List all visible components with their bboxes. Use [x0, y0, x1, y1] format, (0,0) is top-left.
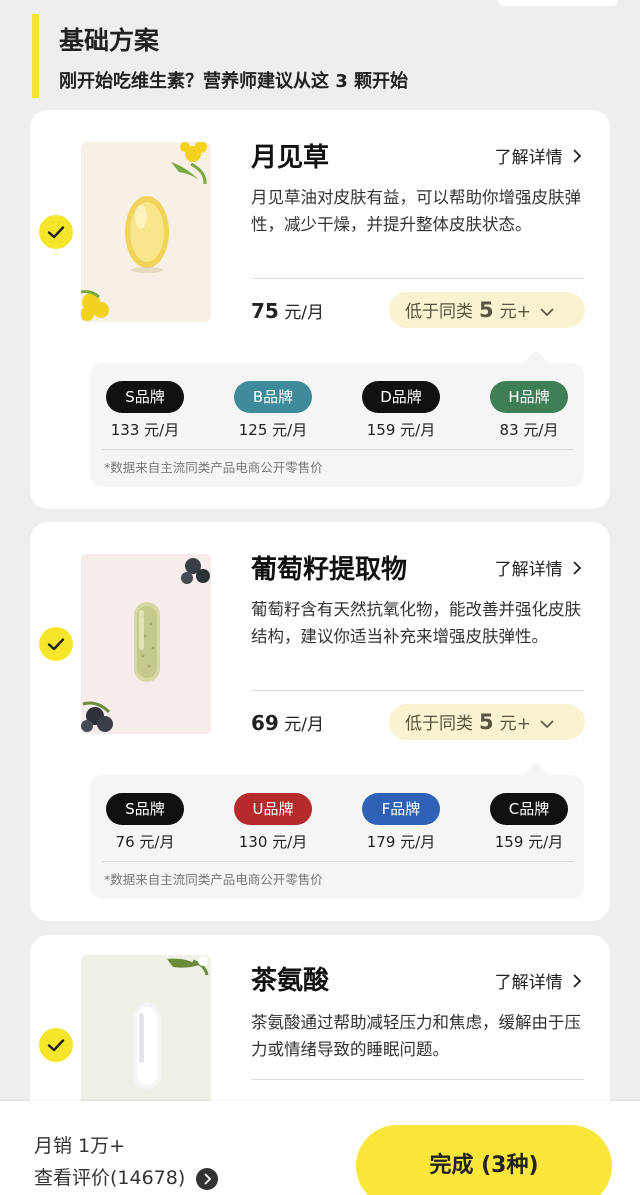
chevron-right-icon: [573, 974, 582, 988]
grape-cluster-top: [181, 558, 210, 584]
brand-item: F品牌 179 元/月: [346, 793, 456, 853]
bottom-action-bar: 月销 1万+ 查看评价(14678) 完成 (3种): [0, 1101, 640, 1195]
price: 75 元/月: [251, 299, 324, 323]
brand-price: 159 元/月: [366, 421, 436, 439]
brand-price: 130 元/月: [238, 833, 308, 851]
view-reviews-link[interactable]: 查看评价(14678): [34, 1164, 185, 1192]
chevron-right-icon: [573, 561, 582, 575]
price-comparison-toggle[interactable]: 低于同类 5 元+: [389, 704, 585, 740]
price: 69 元/月: [251, 711, 324, 735]
section-header: 基础方案 刚开始吃维生素？营养师建议从这 3 颗开始: [32, 14, 612, 98]
divider: [251, 278, 584, 279]
brand-price: 76 元/月: [115, 833, 175, 851]
brand-price: 125 元/月: [238, 421, 308, 439]
selected-check-icon[interactable]: [39, 627, 73, 661]
section-title: 基础方案: [59, 26, 160, 55]
section-subtitle: 刚开始吃维生素？营养师建议从这 3 颗开始: [59, 71, 409, 92]
chevron-right-icon: [573, 149, 582, 163]
brand-item: S品牌 133 元/月: [90, 381, 200, 441]
brand-price: 159 元/月: [494, 833, 564, 851]
brand-price: 179 元/月: [366, 833, 436, 851]
selected-check-icon[interactable]: [39, 1028, 73, 1062]
product-card-grape-seed[interactable]: 葡萄籽提取物 了解详情 葡萄籽含有天然抗氧化物，能改善并强化皮肤结构，建议你适当…: [30, 522, 610, 921]
brand-comparison-panel: S品牌 76 元/月 U品牌 130 元/月 F品牌 179 元/月 C品牌 1…: [90, 775, 584, 899]
brand-badge: B品牌: [234, 381, 312, 413]
brand-item: H品牌 83 元/月: [474, 381, 584, 441]
chevron-down-icon: [540, 720, 554, 729]
product-card-evening-primrose[interactable]: 月见草 了解详情 月见草油对皮肤有益，可以帮助你增强皮肤弹性，减少干燥，并提升整…: [30, 110, 610, 509]
product-name: 葡萄籽提取物: [251, 555, 408, 585]
product-name: 月见草: [251, 143, 330, 173]
brand-badge: S品牌: [106, 381, 184, 413]
product-description: 葡萄籽含有天然抗氧化物，能改善并强化皮肤结构，建议你适当补充来增强皮肤弹性。: [251, 600, 581, 646]
primrose-flower-top: [180, 142, 207, 162]
product-image-evening-primrose[interactable]: [81, 142, 211, 322]
chevron-down-icon: [540, 308, 554, 317]
brand-badge: F品牌: [362, 793, 440, 825]
product-name: 茶氨酸: [251, 966, 330, 996]
details-link[interactable]: 了解详情: [495, 971, 582, 995]
done-button[interactable]: 完成 (3种): [356, 1125, 612, 1195]
brand-item: D品牌 159 元/月: [346, 381, 456, 441]
divider: [251, 690, 584, 691]
top-edge-element: [498, 0, 618, 6]
divider: [251, 1079, 584, 1080]
brand-item: C品牌 159 元/月: [474, 793, 584, 853]
product-description: 茶氨酸通过帮助减轻压力和焦虑，缓解由于压力或情绪导致的睡眠问题。: [251, 1013, 581, 1059]
brand-badge: D品牌: [362, 381, 440, 413]
chevron-right-circle-icon[interactable]: [196, 1168, 218, 1190]
divider: [102, 861, 574, 862]
brand-badge: C品牌: [490, 793, 568, 825]
brand-item: U品牌 130 元/月: [218, 793, 328, 853]
selected-check-icon[interactable]: [39, 215, 73, 249]
product-image-grape-seed[interactable]: [81, 554, 211, 734]
brand-price: 83 元/月: [499, 421, 559, 439]
data-source-note: *数据来自主流同类产品电商公开零售价: [104, 872, 323, 887]
brand-badge: S品牌: [106, 793, 184, 825]
popover-pointer: [523, 350, 549, 363]
brand-comparison-panel: S品牌 133 元/月 B品牌 125 元/月 D品牌 159 元/月 H品牌 …: [90, 363, 584, 487]
brand-badge: H品牌: [490, 381, 568, 413]
brand-badge: U品牌: [234, 793, 312, 825]
data-source-note: *数据来自主流同类产品电商公开零售价: [104, 460, 323, 475]
monthly-sales: 月销 1万+: [34, 1135, 126, 1157]
brand-item: S品牌 76 元/月: [90, 793, 200, 853]
product-description: 月见草油对皮肤有益，可以帮助你增强皮肤弹性，减少干燥，并提升整体皮肤状态。: [251, 188, 581, 234]
brand-item: B品牌 125 元/月: [218, 381, 328, 441]
divider: [102, 449, 574, 450]
details-link[interactable]: 了解详情: [495, 558, 582, 582]
price-comparison-toggle[interactable]: 低于同类 5 元+: [389, 292, 585, 328]
primrose-flower-bottom: [81, 293, 109, 321]
brand-price: 133 元/月: [110, 421, 180, 439]
details-link[interactable]: 了解详情: [495, 146, 582, 170]
popover-pointer: [523, 762, 549, 775]
